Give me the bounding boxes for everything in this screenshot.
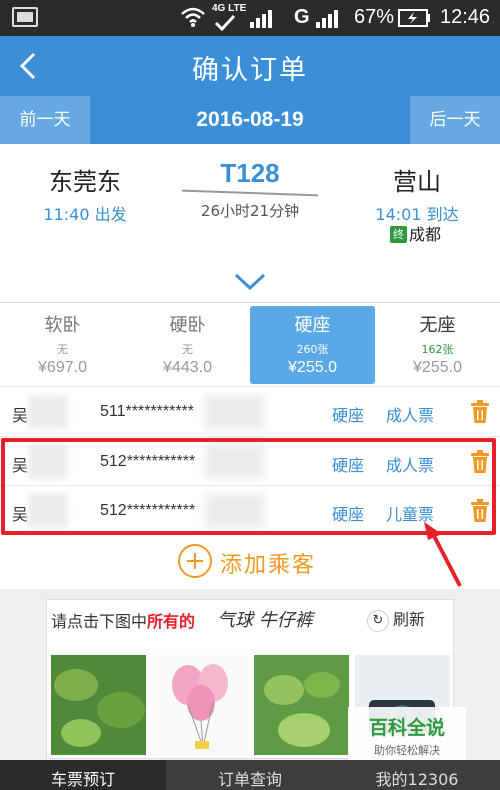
- passenger-row[interactable]: 吴 511*********** 硬座 成人票: [0, 386, 500, 436]
- title-bar: 确认订单: [0, 36, 500, 96]
- passenger-ticket-type[interactable]: 成人票: [386, 402, 434, 426]
- seat-name: 无座: [419, 315, 456, 336]
- nav-ticket-booking[interactable]: 车票预订: [0, 760, 166, 790]
- route-line: [182, 189, 318, 197]
- captcha-image-balloons[interactable]: [153, 655, 248, 755]
- nav-my-12306[interactable]: 我的12306: [334, 760, 500, 790]
- wifi-icon: [181, 7, 205, 27]
- train-info: 东莞东 11:40 出发 T128 26小时21分钟 营山 14:01 到达 终…: [0, 144, 500, 302]
- bottom-nav: 车票预订 订单查询 我的12306: [0, 760, 500, 790]
- captcha-image-plants[interactable]: [254, 655, 349, 755]
- terminal-station-name: 成都: [409, 225, 442, 244]
- date-bar: 前一天 2016-08-19 后一天: [0, 96, 500, 144]
- seat-type-selector: 软卧 无 ¥697.0 硬卧 无 ¥443.0 硬座 260张 ¥255.0 无…: [0, 302, 500, 384]
- seat-name: 硬卧: [169, 315, 206, 336]
- battery-percent: 67%: [354, 6, 395, 28]
- seat-option-hard-seat[interactable]: 硬座 260张 ¥255.0: [250, 306, 375, 384]
- seat-count: 无: [57, 343, 68, 356]
- trash-icon[interactable]: [469, 400, 491, 424]
- passenger-id: 511***********: [100, 403, 194, 420]
- carrier-g: G: [294, 6, 310, 28]
- refresh-label: 刷新: [393, 610, 426, 629]
- arrival-station: 营山 14:01 到达: [352, 162, 482, 225]
- watermark-subtitle: 助你轻松解决: [374, 744, 440, 757]
- seat-count: 162张: [421, 343, 454, 356]
- captcha-keywords: 气球 牛仔裤: [217, 610, 313, 631]
- seat-name: 硬座: [294, 315, 331, 336]
- next-day-button[interactable]: 后一天: [410, 96, 500, 144]
- refresh-icon: ↻: [367, 610, 389, 632]
- terminal-station: 终成都: [390, 221, 441, 245]
- seat-price: ¥255.0: [288, 359, 337, 376]
- signal-icon: [250, 10, 272, 28]
- travel-date[interactable]: 2016-08-19: [90, 96, 410, 144]
- page-title: 确认订单: [192, 55, 308, 86]
- redaction-blur: [205, 395, 265, 429]
- terminal-badge: 终: [390, 226, 407, 243]
- plus-circle-icon: [178, 544, 212, 578]
- check-icon: [214, 14, 236, 32]
- arrow-annotation-icon: [424, 522, 462, 587]
- signal-icon-2: [316, 10, 338, 28]
- seat-count: 260张: [296, 343, 329, 356]
- train-number: T128: [220, 158, 280, 188]
- nav-order-query[interactable]: 订单查询: [167, 760, 333, 790]
- clock: 12:46: [440, 6, 491, 28]
- passenger-seat-type[interactable]: 硬座: [332, 402, 364, 426]
- arrival-station-name: 营山: [393, 168, 441, 196]
- departure-station: 东莞东 11:40 出发: [20, 162, 150, 225]
- seat-price: ¥255.0: [413, 359, 462, 376]
- seat-option-no-seat[interactable]: 无座 162张 ¥255.0: [375, 306, 500, 384]
- departure-station-name: 东莞东: [49, 168, 121, 196]
- add-passenger-label: 添加乘客: [220, 553, 317, 578]
- seat-option-hard-sleeper[interactable]: 硬卧 无 ¥443.0: [125, 306, 250, 384]
- seat-price: ¥697.0: [38, 359, 87, 376]
- network-type: 4G LTE: [212, 3, 247, 14]
- seat-price: ¥443.0: [163, 359, 212, 376]
- status-bar: 4G LTE G 67% 12:46: [0, 0, 500, 36]
- redaction-blur: [28, 395, 68, 429]
- chevron-down-icon[interactable]: [233, 272, 267, 292]
- screenshot-icon: [12, 7, 38, 27]
- captcha-image-leaves[interactable]: [51, 655, 146, 755]
- travel-duration: 26小时21分钟: [200, 202, 300, 220]
- captcha-prompt: 请点击下图中所有的: [51, 608, 195, 632]
- departure-time: 11:40 出发: [43, 205, 127, 224]
- captcha-prompt-highlight: 所有的: [147, 612, 196, 631]
- seat-name: 软卧: [44, 315, 81, 336]
- passenger-name: 吴: [12, 406, 29, 425]
- captcha-prompt-prefix: 请点击下图中: [51, 612, 148, 631]
- watermark-logo: 百科全说 助你轻松解决: [348, 707, 466, 765]
- seat-option-soft-sleeper[interactable]: 软卧 无 ¥697.0: [0, 306, 125, 384]
- battery-charging-icon: [398, 9, 430, 27]
- prev-day-button[interactable]: 前一天: [0, 96, 90, 144]
- watermark-title: 百科全说: [368, 717, 445, 739]
- captcha-refresh-button[interactable]: ↻ 刷新: [367, 606, 425, 632]
- seat-count: 无: [182, 343, 193, 356]
